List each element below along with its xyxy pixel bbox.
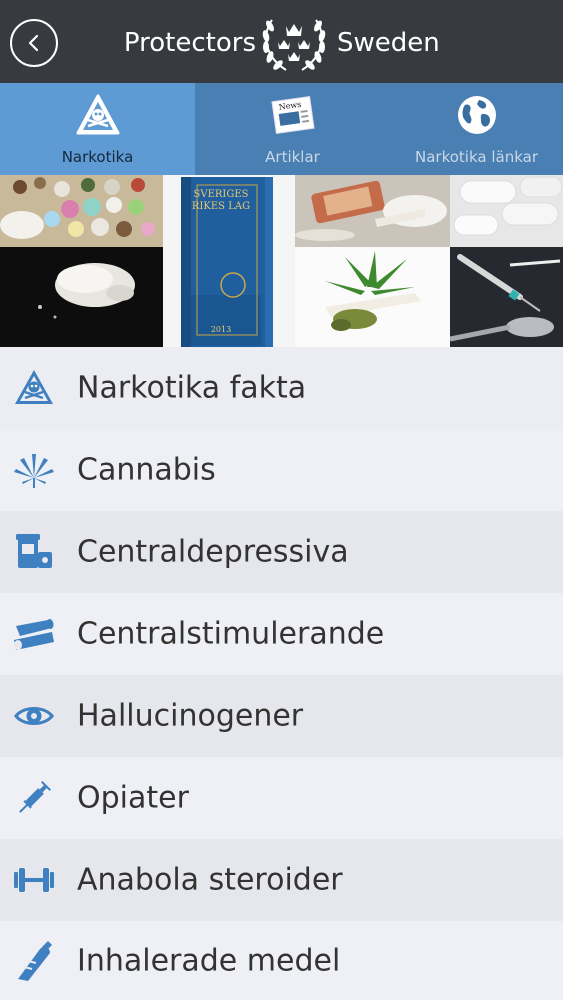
hazard-skull-icon	[76, 94, 119, 135]
tab-artiklar-label: Artiklar	[265, 148, 320, 166]
cannabis-leaf-icon	[14, 454, 54, 488]
list-item-inhalerade-medel[interactable]: Inhalerade medel	[0, 921, 563, 1000]
list-item-anabola-steroider[interactable]: Anabola steroider	[0, 839, 563, 921]
joint-cannabis-photo	[295, 247, 450, 347]
brand-name-left: Protectors	[123, 28, 256, 58]
list-item-narkotika-fakta[interactable]: Narkotika fakta	[0, 347, 563, 429]
syringe-icon	[19, 781, 51, 813]
list-item-cannabis[interactable]: Cannabis	[0, 429, 563, 511]
drugs-collage-banner: SVERIGES RIKES LAG 2013	[0, 175, 563, 347]
tab-narkotika-lankar-label: Narkotika länkar	[415, 148, 538, 166]
drug-category-list: Narkotika fakta Cannabis Centraldepressi…	[0, 347, 563, 1000]
app-header: Protectors Sweden	[0, 0, 563, 83]
tab-narkotika-label: Narkotika	[61, 148, 134, 166]
list-item-label: Centraldepressiva	[77, 534, 349, 570]
tab-artiklar[interactable]: News Artiklar	[195, 83, 390, 175]
list-item-label: Narkotika fakta	[77, 370, 307, 406]
list-item-label: Centralstimulerande	[77, 616, 385, 652]
crown-laurel-crest-icon	[262, 19, 326, 71]
syringe-spoon-photo	[450, 247, 563, 347]
brand-name-right: Sweden	[337, 28, 440, 58]
rolled-bill-icon	[14, 619, 54, 650]
book-title: SVERIGES RIKES LAG	[191, 189, 251, 212]
list-item-opiater[interactable]: Opiater	[0, 757, 563, 839]
list-item-label: Cannabis	[77, 452, 216, 488]
list-item-hallucinogener[interactable]: Hallucinogener	[0, 675, 563, 757]
tab-bar: Narkotika News Artiklar Narkotika länkar	[0, 83, 563, 175]
list-item-centraldepressiva[interactable]: Centraldepressiva	[0, 511, 563, 593]
brand-logo: Protectors Sweden	[0, 0, 563, 83]
hazard-skull-icon	[15, 370, 53, 404]
globe-icon	[457, 96, 496, 134]
eye-icon	[14, 707, 54, 725]
law-book-photo: SVERIGES RIKES LAG 2013	[163, 175, 295, 347]
rolled-banknote-photo	[295, 175, 450, 247]
newspaper-icon: News	[270, 95, 315, 135]
dumbbell-icon	[14, 868, 54, 892]
white-capsules-photo	[450, 175, 563, 247]
assorted-pills-photo	[0, 175, 163, 247]
white-powder-photo	[0, 247, 163, 347]
list-item-label: Anabola steroider	[77, 862, 343, 898]
pills-icon	[16, 534, 52, 568]
list-item-label: Hallucinogener	[77, 698, 304, 734]
list-item-label: Inhalerade medel	[77, 943, 341, 978]
tab-narkotika[interactable]: Narkotika	[0, 83, 195, 175]
aerosol-icon	[18, 940, 52, 981]
list-item-label: Opiater	[77, 780, 189, 816]
book-year: 2013	[210, 325, 232, 334]
tab-narkotika-lankar[interactable]: Narkotika länkar	[390, 83, 563, 175]
list-item-centralstimulerande[interactable]: Centralstimulerande	[0, 593, 563, 675]
